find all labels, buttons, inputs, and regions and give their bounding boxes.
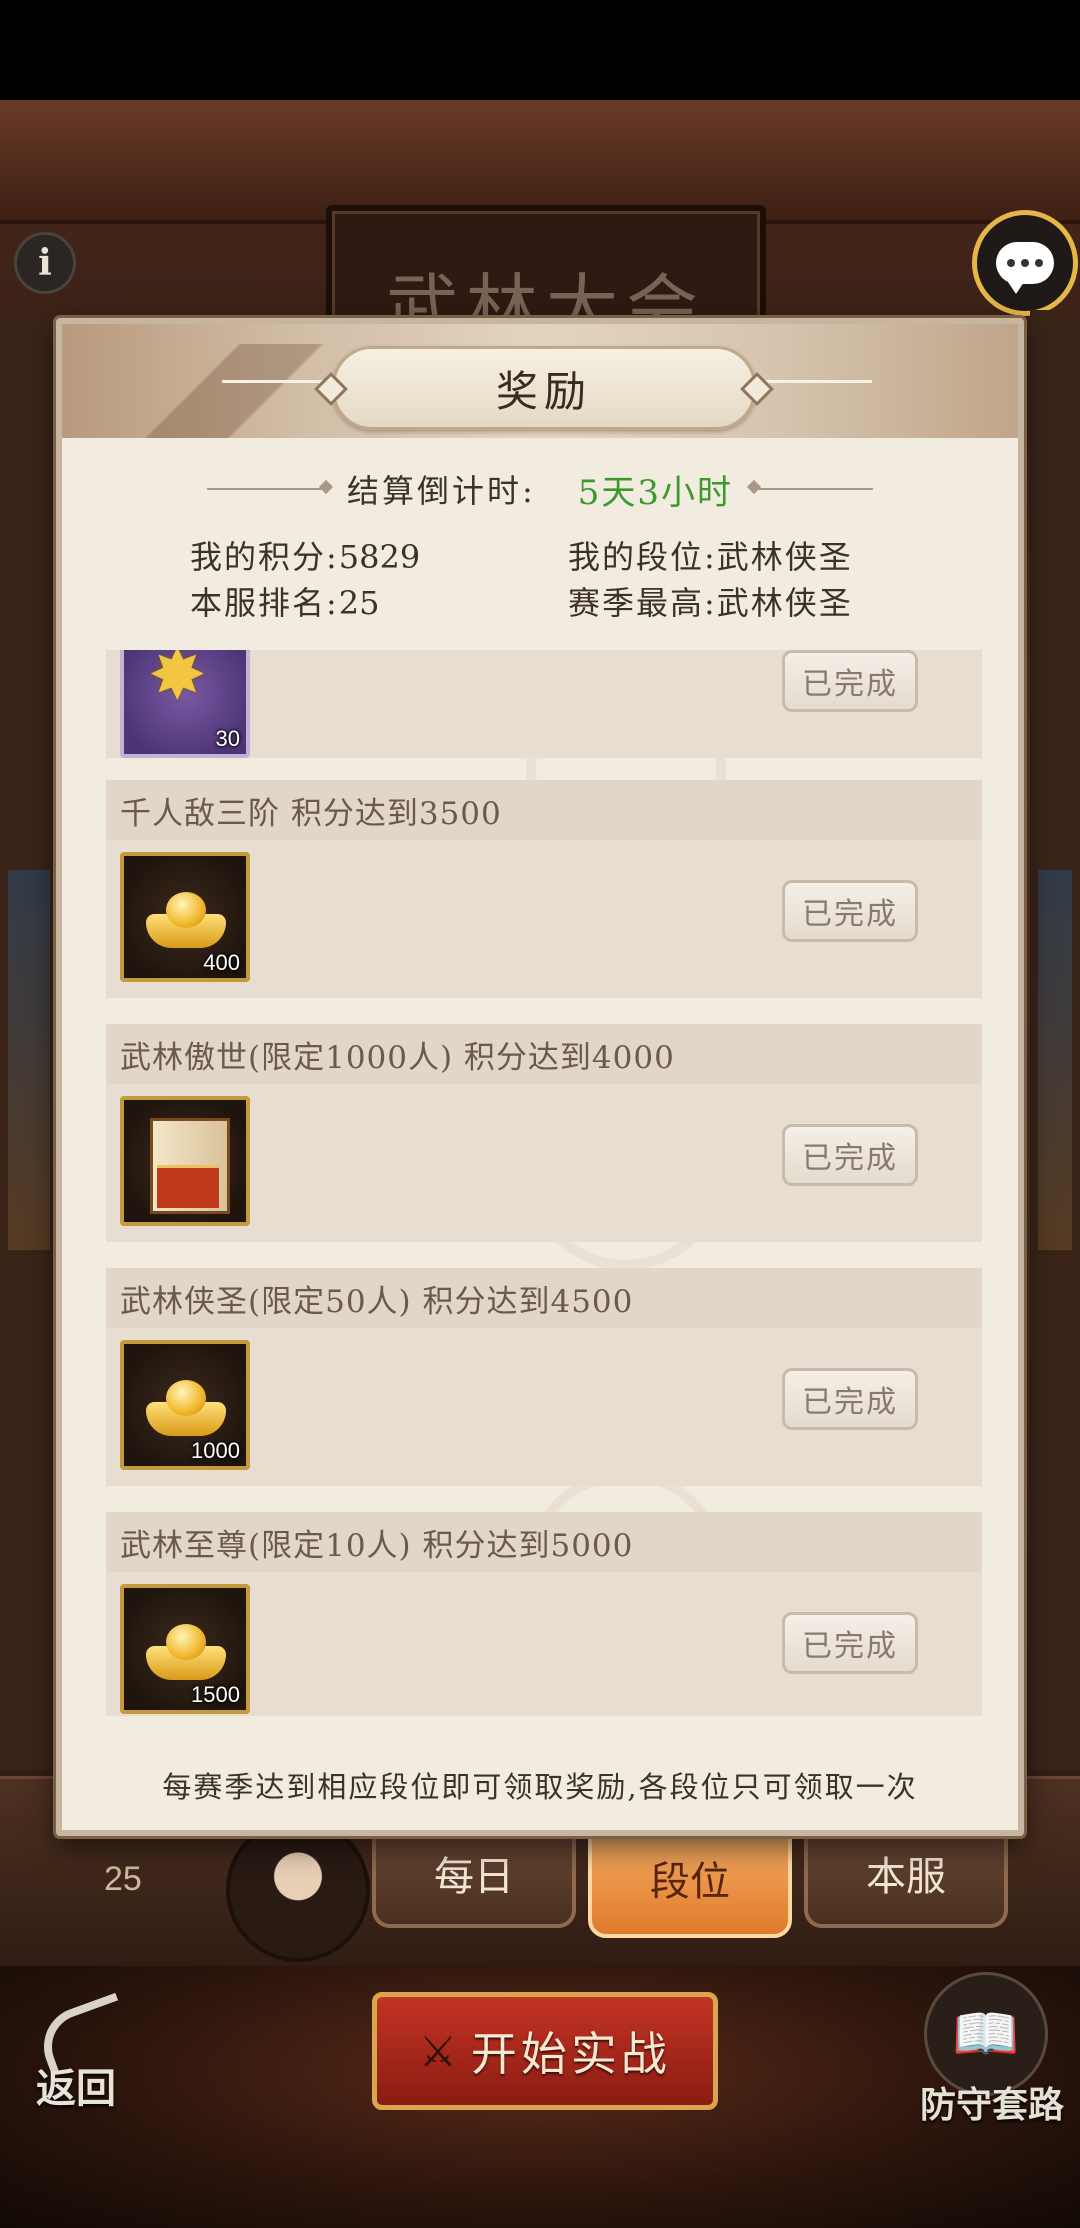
defense-routine-label: 防守套路 bbox=[919, 2084, 1064, 2126]
reward-condition: 武林至尊(限定10人) 积分达到5000 bbox=[106, 1512, 982, 1572]
server-rank-value: 25 bbox=[338, 584, 380, 622]
my-score: 我的积分:5829 bbox=[190, 532, 420, 578]
chat-icon bbox=[996, 242, 1054, 294]
info-icon: i bbox=[38, 242, 52, 284]
reward-row: 武林至尊(限定10人) 积分达到5000 1500 已完成 bbox=[106, 1512, 982, 1716]
title-swirl-left bbox=[222, 380, 332, 383]
start-battle-button[interactable]: ⚔ 开始实战 bbox=[372, 1992, 718, 2110]
reward-row: 千人敌三阶 积分达到3500 400 已完成 bbox=[106, 780, 982, 998]
reward-modal: 奖励 结算倒计时: 5天3小时 我的积分:5829 我的段位:武林侠圣 本服排名… bbox=[56, 318, 1024, 1836]
reward-footer-note: 每赛季达到相应段位即可领取奖励,各段位只可领取一次 bbox=[162, 1770, 918, 1804]
avatar bbox=[226, 1818, 370, 1962]
reward-condition: 武林傲世(限定1000人) 积分达到4000 bbox=[106, 1024, 982, 1084]
reward-row: 武林傲世(限定1000人) 积分达到4000 已完成 bbox=[106, 1024, 982, 1242]
completed-button[interactable]: 已完成 bbox=[782, 880, 918, 942]
back-label: 返回 bbox=[36, 2065, 116, 2112]
my-rank-label: 我的段位: bbox=[568, 538, 717, 576]
defense-routine-button[interactable]: 📖 防守套路 bbox=[900, 1968, 1080, 2128]
season-best: 赛季最高:武林侠圣 bbox=[568, 578, 853, 624]
ranking-tabs: 每日 段位 本服 bbox=[372, 1818, 1012, 1938]
crossed-swords-icon: ⚔ bbox=[419, 2026, 457, 2076]
reward-condition: 武林侠圣(限定50人) 积分达到4500 bbox=[106, 1268, 982, 1328]
completed-button[interactable]: 已完成 bbox=[782, 1368, 918, 1430]
info-button[interactable]: i bbox=[14, 232, 76, 294]
completed-button[interactable]: 已完成 bbox=[782, 650, 918, 712]
screen: 武林大会 i 25 每日 段位 本服 返回 ⚔ 开始实战 📖 防守套路 奖励 结… bbox=[0, 0, 1080, 2228]
countdown-label: 结算倒计时: bbox=[346, 472, 536, 510]
countdown-value: 5天3小时 bbox=[577, 472, 734, 513]
back-button[interactable]: 返回 bbox=[30, 1992, 140, 2112]
reward-body: 已完成 bbox=[106, 1084, 982, 1242]
start-battle-label: 开始实战 bbox=[470, 2027, 671, 2081]
reward-item-gold-ingot[interactable]: 1500 bbox=[120, 1584, 250, 1714]
reward-item-book[interactable] bbox=[120, 1096, 250, 1226]
gold-ingot-icon bbox=[146, 1380, 226, 1436]
title-swirl-right bbox=[762, 380, 872, 383]
modal-title: 奖励 bbox=[495, 366, 592, 416]
reward-row: ✸ 30 已完成 bbox=[106, 650, 982, 758]
completed-button[interactable]: 已完成 bbox=[782, 1612, 918, 1674]
background-left-panel bbox=[0, 310, 58, 1770]
modal-header: 奖励 bbox=[62, 324, 1018, 438]
item-count: 30 bbox=[215, 726, 240, 751]
star-item-icon: ✸ bbox=[148, 650, 207, 716]
my-rank-value: 武林侠圣 bbox=[716, 538, 853, 576]
my-score-label: 我的积分: bbox=[190, 538, 339, 576]
chat-button[interactable] bbox=[972, 210, 1078, 316]
item-count: 1500 bbox=[191, 1682, 240, 1707]
rank-number: 25 bbox=[104, 1860, 142, 1898]
divider-left bbox=[206, 488, 327, 490]
tab-rank[interactable]: 段位 bbox=[588, 1818, 792, 1938]
season-best-value: 武林侠圣 bbox=[716, 584, 853, 622]
server-rank: 本服排名:25 bbox=[190, 578, 380, 624]
reward-body: 400 已完成 bbox=[106, 840, 982, 998]
reward-list[interactable]: ✸ 30 已完成 千人敌三阶 积分达到3500 400 已完成 武林傲世(限定1… bbox=[106, 650, 982, 1716]
title-plate: 奖励 bbox=[332, 346, 756, 430]
item-count: 400 bbox=[203, 950, 240, 975]
reward-body: 1000 已完成 bbox=[106, 1328, 982, 1486]
reward-body: 1500 已完成 bbox=[106, 1572, 982, 1716]
gold-ingot-icon bbox=[146, 1624, 226, 1680]
book-item-icon bbox=[150, 1118, 230, 1214]
reward-body: ✸ 30 已完成 bbox=[106, 650, 982, 758]
completed-button[interactable]: 已完成 bbox=[782, 1124, 918, 1186]
my-rank: 我的段位:武林侠圣 bbox=[568, 532, 853, 578]
reward-item-gold-ingot[interactable]: 1000 bbox=[120, 1340, 250, 1470]
season-best-label: 赛季最高: bbox=[568, 584, 717, 622]
countdown-row: 结算倒计时: 5天3小时 bbox=[62, 464, 1018, 514]
background-right-panel bbox=[1030, 310, 1080, 1770]
reward-item-gold-ingot[interactable]: 400 bbox=[120, 852, 250, 982]
my-score-value: 5829 bbox=[338, 538, 421, 576]
divider-right bbox=[753, 488, 874, 490]
server-rank-label: 本服排名: bbox=[190, 584, 339, 622]
reward-item-star[interactable]: ✸ 30 bbox=[120, 650, 250, 758]
gold-ingot-icon bbox=[146, 892, 226, 948]
reward-row: 武林侠圣(限定50人) 积分达到4500 1000 已完成 bbox=[106, 1268, 982, 1486]
reward-condition: 千人敌三阶 积分达到3500 bbox=[106, 780, 982, 840]
item-count: 1000 bbox=[191, 1438, 240, 1463]
